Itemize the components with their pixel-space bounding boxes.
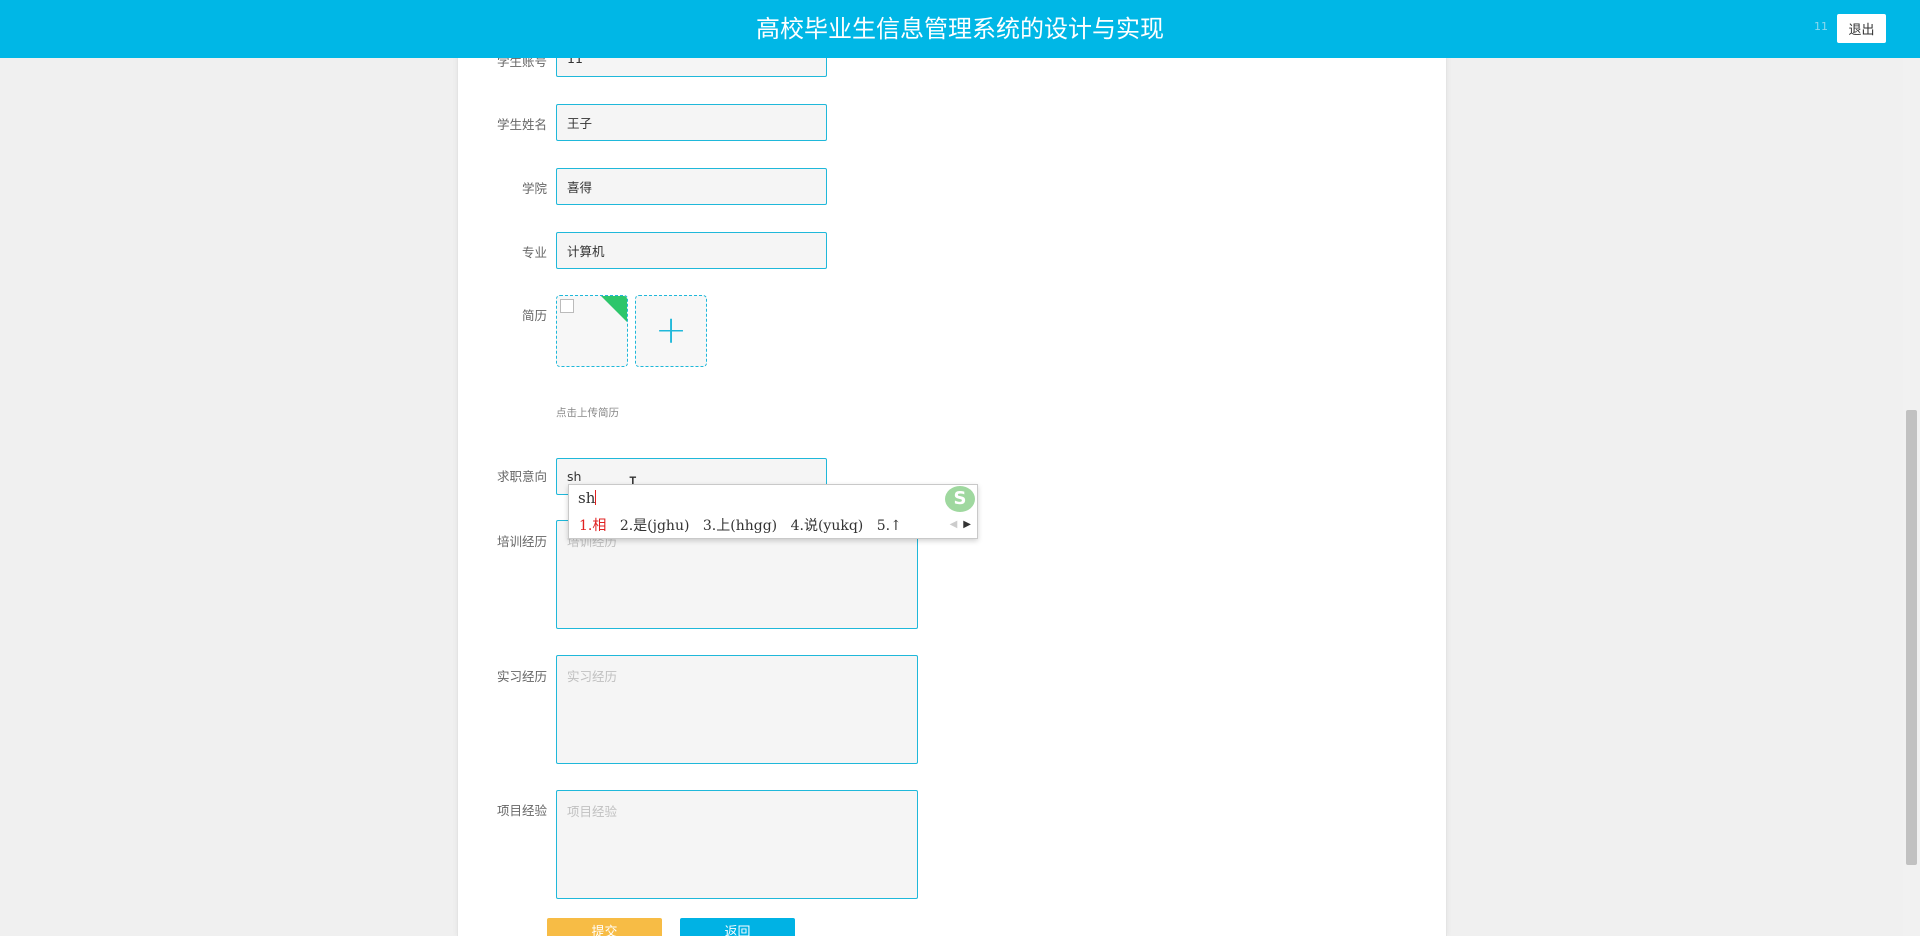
resume-label: 简历 — [521, 308, 547, 323]
ime-candidate-list: 1.相 2.是(jghu) 3.上(hhgg) 4.说(yukq) 5.↑ — [579, 515, 911, 535]
add-resume-button[interactable]: + — [635, 295, 707, 367]
plus-icon: + — [655, 308, 687, 352]
ime-candidate[interactable]: 2.是(jghu) — [620, 518, 690, 534]
internship-label: 实习经历 — [496, 669, 547, 684]
submit-button[interactable]: 提交 — [547, 918, 662, 936]
college-label: 学院 — [521, 181, 547, 196]
username-label: 11 — [1814, 20, 1828, 33]
ime-logo-icon: S — [945, 486, 975, 512]
vertical-scrollbar[interactable] — [1903, 0, 1920, 936]
ime-candidate[interactable]: 1.相 — [579, 518, 606, 534]
ime-next-icon[interactable]: ▶ — [963, 519, 971, 530]
project-label: 项目经验 — [496, 803, 547, 818]
ime-candidate[interactable]: 3.上(hhgg) — [703, 518, 777, 534]
ime-candidate[interactable]: 4.说(yukq) — [791, 518, 864, 534]
ime-prev-icon[interactable]: ◀ — [950, 519, 958, 530]
logout-button[interactable]: 退出 — [1837, 14, 1886, 43]
intention-label: 求职意向 — [496, 469, 547, 484]
college-field[interactable] — [556, 168, 827, 205]
back-button[interactable]: 返回 — [680, 918, 795, 936]
ime-page-arrows: ◀ ▶ — [950, 519, 971, 530]
top-bar: 高校毕业生信息管理系统的设计与实现 11 退出 — [0, 0, 1920, 58]
ime-candidate-popup: sh S 1.相 2.是(jghu) 3.上(hhgg) 4.说(yukq) 5… — [568, 484, 978, 539]
training-label: 培训经历 — [496, 534, 547, 549]
ime-candidate[interactable]: 5.↑ — [877, 518, 902, 534]
major-field[interactable] — [556, 232, 827, 269]
broken-image-icon — [560, 299, 574, 313]
page-title: 高校毕业生信息管理系统的设计与实现 — [756, 15, 1164, 43]
ime-caret — [595, 490, 597, 505]
scrollbar-thumb[interactable] — [1906, 410, 1917, 865]
uploaded-corner-badge — [601, 296, 627, 322]
internship-textarea[interactable] — [556, 655, 918, 764]
major-label: 专业 — [521, 245, 547, 260]
resume-thumbnail[interactable] — [556, 295, 628, 367]
ime-composition: sh — [578, 489, 597, 507]
project-textarea[interactable] — [556, 790, 918, 899]
name-field[interactable] — [556, 104, 827, 141]
name-label: 学生姓名 — [496, 117, 547, 132]
upload-hint: 点击上传简历 — [556, 407, 619, 419]
